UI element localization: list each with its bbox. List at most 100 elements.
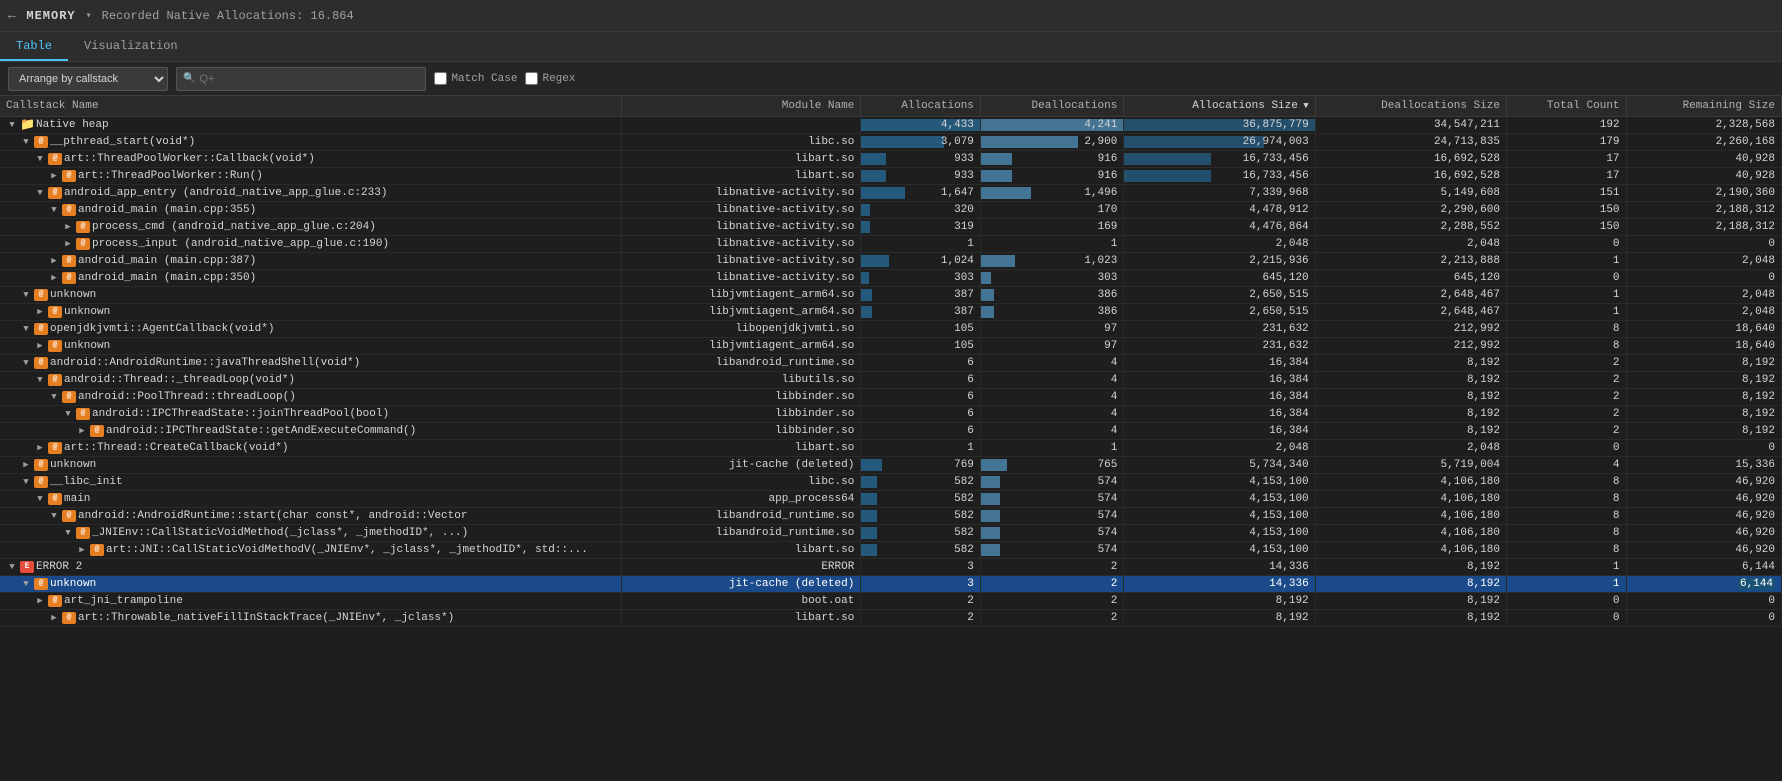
table-row[interactable]: ▶ @ unknown jit-cache (deleted)7697655,7… xyxy=(0,457,1782,474)
tab-table[interactable]: Table xyxy=(0,32,68,61)
allocations-cell: 1,647 xyxy=(861,185,981,202)
table-row[interactable]: ▶ @ art_jni_trampoline boot.oat228,1928,… xyxy=(0,593,1782,610)
expand-button[interactable]: ▶ xyxy=(20,459,32,471)
allocations-cell: 6 xyxy=(861,389,981,406)
col-header-allocations[interactable]: Allocations xyxy=(861,96,981,117)
total-count-cell: 8 xyxy=(1506,508,1626,525)
allocations-size-cell: 645,120 xyxy=(1124,270,1315,287)
callstack-cell: ▶ @ unknown xyxy=(0,304,622,321)
table-row[interactable]: ▼ @ __pthread_start(void*) libc.so3,0792… xyxy=(0,134,1782,151)
expand-button[interactable]: ▼ xyxy=(62,408,74,420)
tab-visualization[interactable]: Visualization xyxy=(68,32,194,61)
allocations-cell: 105 xyxy=(861,321,981,338)
expand-button[interactable]: ▼ xyxy=(6,561,18,573)
table-row[interactable]: ▼ @ unknown jit-cache (deleted)3214,3368… xyxy=(0,576,1782,593)
deallocations-cell: 1 xyxy=(980,236,1123,253)
arrange-select[interactable]: Arrange by callstack Arrange by allocati… xyxy=(8,67,168,91)
expand-button[interactable]: ▶ xyxy=(48,612,60,624)
regex-checkbox[interactable] xyxy=(525,72,538,85)
table-row[interactable]: ▶ @ android_main (main.cpp:350) libnativ… xyxy=(0,270,1782,287)
expand-button[interactable]: ▼ xyxy=(6,119,18,131)
allocations-size-cell: 231,632 xyxy=(1124,321,1315,338)
expand-button[interactable]: ▶ xyxy=(48,272,60,284)
table-row[interactable]: ▶ @ art::Thread::CreateCallback(void*) l… xyxy=(0,440,1782,457)
allocations-cell: 933 xyxy=(861,168,981,185)
expand-button[interactable]: ▶ xyxy=(62,238,74,250)
expand-button[interactable]: ▼ xyxy=(20,476,32,488)
expand-button[interactable]: ▼ xyxy=(48,510,60,522)
table-row[interactable]: ▶ @ android_main (main.cpp:387) libnativ… xyxy=(0,253,1782,270)
table-row[interactable]: ▶ @ art::Throwable_nativeFillInStackTrac… xyxy=(0,610,1782,627)
callstack-cell: ▼ 📁 Native heap xyxy=(0,117,622,134)
expand-button[interactable]: ▶ xyxy=(34,595,46,607)
expand-button[interactable]: ▶ xyxy=(76,425,88,437)
app-dropdown[interactable]: ▾ xyxy=(86,10,92,22)
table-row[interactable]: ▼ @ art::ThreadPoolWorker::Callback(void… xyxy=(0,151,1782,168)
table-row[interactable]: ▶ @ process_cmd (android_native_app_glue… xyxy=(0,219,1782,236)
allocations-cell: 3 xyxy=(861,559,981,576)
table-row[interactable]: ▼ @ openjdkjvmti::AgentCallback(void*) l… xyxy=(0,321,1782,338)
col-header-callstack[interactable]: Callstack Name xyxy=(0,96,622,117)
allocations-size-cell: 4,153,100 xyxy=(1124,525,1315,542)
table-row[interactable]: ▶ @ art::JNI::CallStaticVoidMethodV(_JNI… xyxy=(0,542,1782,559)
col-header-deallocations-size[interactable]: Deallocations Size xyxy=(1315,96,1506,117)
table-row[interactable]: ▼ @ android::IPCThreadState::joinThreadP… xyxy=(0,406,1782,423)
expand-button[interactable]: ▼ xyxy=(62,527,74,539)
expand-button[interactable]: ▶ xyxy=(34,306,46,318)
expand-button[interactable]: ▼ xyxy=(20,289,32,301)
table-row[interactable]: ▶ @ unknown libjvmtiagent_arm64.so387386… xyxy=(0,304,1782,321)
module-cell: libart.so xyxy=(622,542,861,559)
table-row[interactable]: ▼ @ main app_process645825744,153,1004,1… xyxy=(0,491,1782,508)
expand-button[interactable]: ▼ xyxy=(20,136,32,148)
back-button[interactable]: ← xyxy=(8,8,16,24)
total-count-cell: 17 xyxy=(1506,168,1626,185)
expand-button[interactable]: ▼ xyxy=(34,187,46,199)
allocations-cell: 582 xyxy=(861,491,981,508)
table-row[interactable]: ▼ @ android_app_entry (android_native_ap… xyxy=(0,185,1782,202)
table-row[interactable]: ▼ @ android::Thread::_threadLoop(void*) … xyxy=(0,372,1782,389)
col-header-allocations-size[interactable]: Allocations Size xyxy=(1124,96,1315,117)
expand-button[interactable]: ▼ xyxy=(48,204,60,216)
search-input[interactable] xyxy=(199,73,419,85)
column-header-row: Callstack Name Module Name Allocations D… xyxy=(0,96,1782,117)
expand-button[interactable]: ▼ xyxy=(34,153,46,165)
col-header-module[interactable]: Module Name xyxy=(622,96,861,117)
deallocations-size-cell: 4,106,180 xyxy=(1315,508,1506,525)
module-cell: libart.so xyxy=(622,610,861,627)
table-row[interactable]: ▶ @ unknown libjvmtiagent_arm64.so105972… xyxy=(0,338,1782,355)
deallocations-cell: 97 xyxy=(980,338,1123,355)
col-header-deallocations[interactable]: Deallocations xyxy=(980,96,1123,117)
expand-button[interactable]: ▼ xyxy=(48,391,60,403)
table-row[interactable]: ▼ @ android::AndroidRuntime::start(char … xyxy=(0,508,1782,525)
table-row[interactable]: ▼ @ _JNIEnv::CallStaticVoidMethod(_jclas… xyxy=(0,525,1782,542)
expand-button[interactable]: ▶ xyxy=(76,544,88,556)
table-row[interactable]: ▼ @ android::PoolThread::threadLoop() li… xyxy=(0,389,1782,406)
table-row[interactable]: ▶ @ android::IPCThreadState::getAndExecu… xyxy=(0,423,1782,440)
total-count-cell: 151 xyxy=(1506,185,1626,202)
table-row[interactable]: ▶ @ art::ThreadPoolWorker::Run() libart.… xyxy=(0,168,1782,185)
expand-button[interactable]: ▶ xyxy=(34,340,46,352)
table-row[interactable]: ▼ E ERROR 2 ERROR3214,3368,19216,144 xyxy=(0,559,1782,576)
expand-button[interactable]: ▼ xyxy=(20,357,32,369)
table-row[interactable]: ▼ @ __libc_init libc.so5825744,153,1004,… xyxy=(0,474,1782,491)
col-header-total-count[interactable]: Total Count xyxy=(1506,96,1626,117)
match-case-checkbox[interactable] xyxy=(434,72,447,85)
expand-button[interactable]: ▼ xyxy=(20,323,32,335)
expand-button[interactable]: ▶ xyxy=(34,442,46,454)
table-row[interactable]: ▼ @ android_main (main.cpp:355) libnativ… xyxy=(0,202,1782,219)
deallocations-cell: 4 xyxy=(980,389,1123,406)
expand-button[interactable]: ▶ xyxy=(62,221,74,233)
total-count-cell: 0 xyxy=(1506,270,1626,287)
col-header-remaining-size[interactable]: Remaining Size xyxy=(1626,96,1781,117)
expand-button[interactable]: ▼ xyxy=(34,493,46,505)
table-row[interactable]: ▼ @ unknown libjvmtiagent_arm64.so387386… xyxy=(0,287,1782,304)
expand-button[interactable]: ▶ xyxy=(48,170,60,182)
expand-button[interactable]: ▼ xyxy=(20,578,32,590)
expand-button[interactable]: ▼ xyxy=(34,374,46,386)
allocations-size-cell: 26,974,003 xyxy=(1124,134,1315,151)
table-row[interactable]: ▶ @ process_input (android_native_app_gl… xyxy=(0,236,1782,253)
table-row[interactable]: ▼ 📁 Native heap 4,4334,24136,875,77934,5… xyxy=(0,117,1782,134)
func-icon: @ xyxy=(76,527,90,539)
expand-button[interactable]: ▶ xyxy=(48,255,60,267)
table-row[interactable]: ▼ @ android::AndroidRuntime::javaThreadS… xyxy=(0,355,1782,372)
